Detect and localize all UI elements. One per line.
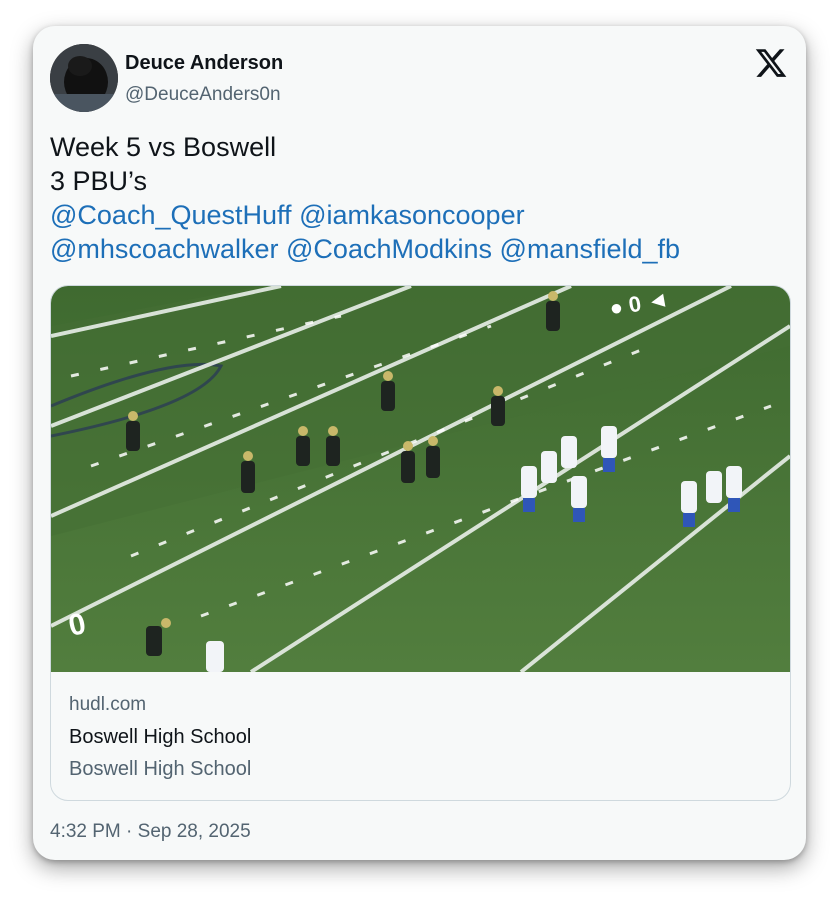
tweet-timestamp[interactable]: 4:32 PM · Sep 28, 2025 xyxy=(50,821,251,843)
author-display-name[interactable]: Deuce Anderson xyxy=(125,52,283,75)
mention-coach-questhuff[interactable]: @Coach_QuestHuff xyxy=(50,200,292,230)
tweet-line-2: 3 PBU’s xyxy=(50,166,148,196)
link-description: Boswell High School xyxy=(69,758,252,780)
author-handle[interactable]: @DeuceAnders0n xyxy=(125,84,281,106)
mention-mhscoachwalker[interactable]: @mhscoachwalker xyxy=(50,234,279,264)
link-title[interactable]: Boswell High School xyxy=(69,726,251,749)
x-logo-icon[interactable] xyxy=(754,46,788,80)
tweet-card[interactable]: Deuce Anderson @DeuceAnders0n Week 5 vs … xyxy=(33,26,806,860)
tweet-line-1: Week 5 vs Boswell xyxy=(50,132,277,162)
link-domain: hudl.com xyxy=(69,694,147,715)
mention-coachmodkins[interactable]: @CoachModkins xyxy=(286,234,492,264)
mention-mansfield-fb[interactable]: @mansfield_fb xyxy=(500,234,681,264)
avatar[interactable] xyxy=(50,44,118,112)
avatar-image xyxy=(50,44,118,112)
link-preview-card[interactable]: ● 0 ◄ 0 hudl.com Boswell High School Bos… xyxy=(50,285,791,801)
tweet-text: Week 5 vs Boswell 3 PBU’s @Coach_QuestHu… xyxy=(50,130,790,266)
video-thumbnail-image[interactable]: ● 0 ◄ 0 xyxy=(51,286,790,672)
mention-iamkasoncooper[interactable]: @iamkasoncooper xyxy=(299,200,525,230)
